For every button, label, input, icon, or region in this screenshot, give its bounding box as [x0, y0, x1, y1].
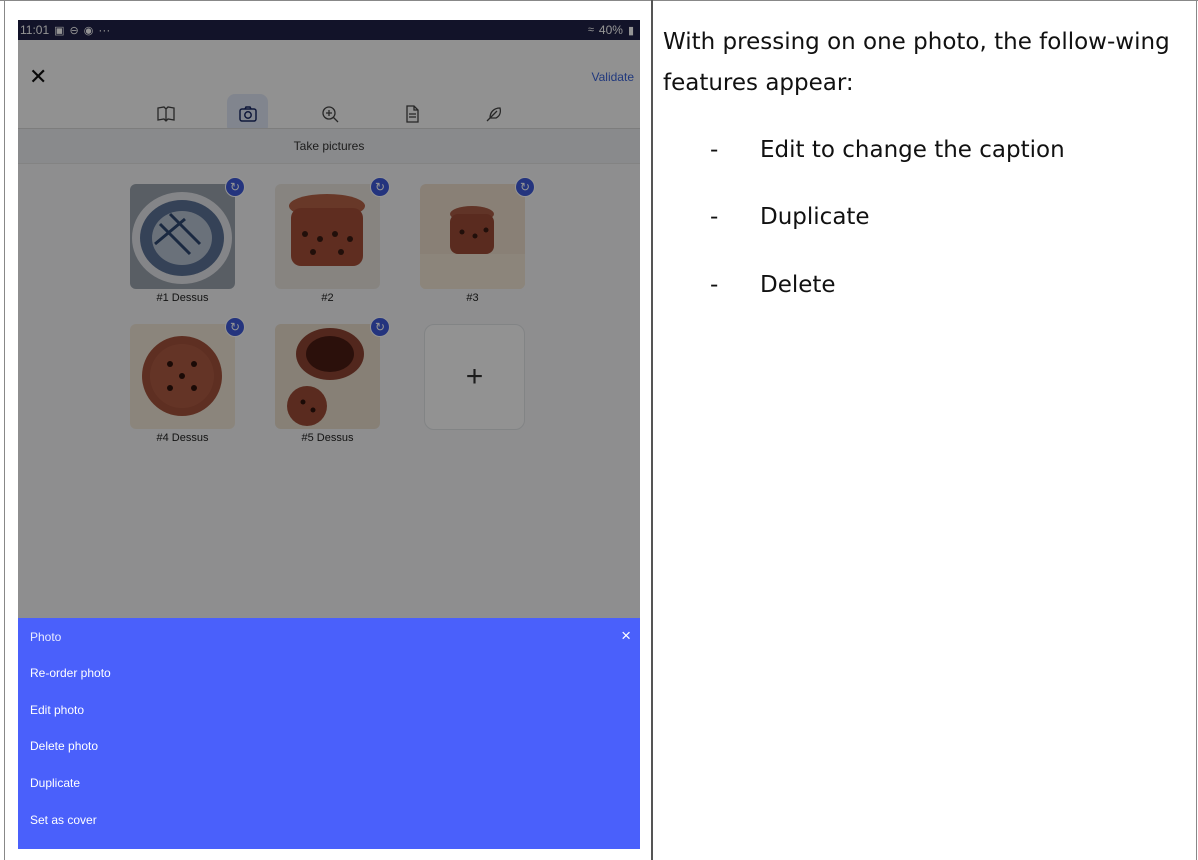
sheet-title: Photo — [30, 630, 62, 644]
bullet-dash: - — [710, 137, 719, 163]
set-as-cover-item[interactable]: Set as cover — [30, 813, 97, 827]
bullet-text: Duplicate — [760, 204, 870, 230]
description-paragraph: With pressing on one photo, the follow-w… — [663, 29, 1170, 96]
app-screenshot: 11:01 ▣ ⊖ ◉ ··· ≈ 40% ▮ ✕ Validate Take … — [18, 20, 640, 849]
bullet-dash: - — [710, 204, 719, 230]
duplicate-item[interactable]: Duplicate — [30, 776, 80, 790]
delete-photo-item[interactable]: Delete photo — [30, 739, 98, 753]
table-border-top — [0, 0, 1198, 1]
bullet-text: Edit to change the caption — [760, 137, 1065, 163]
table-border-left — [4, 0, 5, 860]
edit-photo-item[interactable]: Edit photo — [30, 703, 84, 717]
bullet-dash: - — [710, 272, 719, 298]
table-column-divider — [651, 0, 653, 860]
photo-action-sheet: Photo × Re-order photo Edit photo Delete… — [18, 618, 640, 849]
reorder-photo-item[interactable]: Re-order photo — [30, 666, 111, 680]
table-border-right — [1196, 0, 1197, 860]
close-sheet-icon[interactable]: × — [621, 627, 631, 644]
bullet-text: Delete — [760, 272, 836, 298]
